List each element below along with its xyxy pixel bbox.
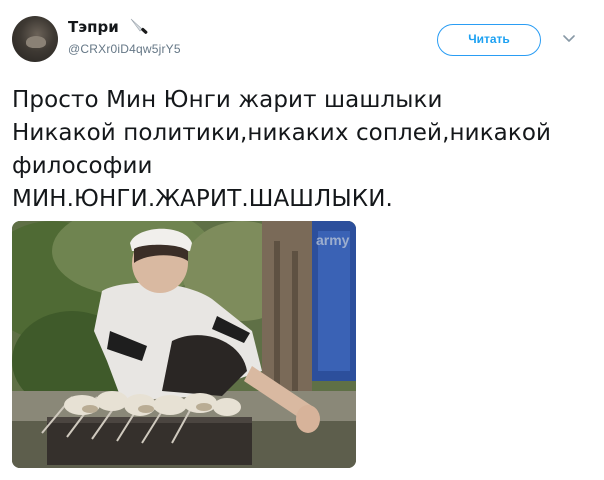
display-name[interactable]: Тэпри xyxy=(68,18,119,36)
avatar-figure xyxy=(26,36,46,48)
tweet-text-line: Никакой политики,никаких соплей,никакой xyxy=(12,120,552,146)
photo-illustration xyxy=(12,221,356,468)
author-block[interactable]: Тэпри @CRXr0iD4qw5jrY5 xyxy=(68,18,181,56)
tweet-card: Тэпри @CRXr0iD4qw5jrY5 Читать Просто Мин… xyxy=(0,0,604,480)
chevron-down-icon[interactable] xyxy=(563,34,575,44)
tweet-photo[interactable] xyxy=(12,221,356,468)
user-handle: @CRXr0iD4qw5jrY5 xyxy=(68,42,181,57)
follow-button[interactable]: Читать xyxy=(437,24,541,56)
photo-watermark: army xyxy=(316,232,350,248)
tweet-text-line: МИН.ЮНГИ.ЖАРИТ.ШАШЛЫКИ. xyxy=(12,186,393,212)
avatar[interactable] xyxy=(12,16,58,62)
knife-icon xyxy=(130,18,148,34)
tweet-text-line: философии xyxy=(12,153,153,179)
tweet-text: Просто Мин Юнги жарит шашлыки Никакой по… xyxy=(12,84,597,216)
tweet-text-line: Просто Мин Юнги жарит шашлыки xyxy=(12,87,443,113)
